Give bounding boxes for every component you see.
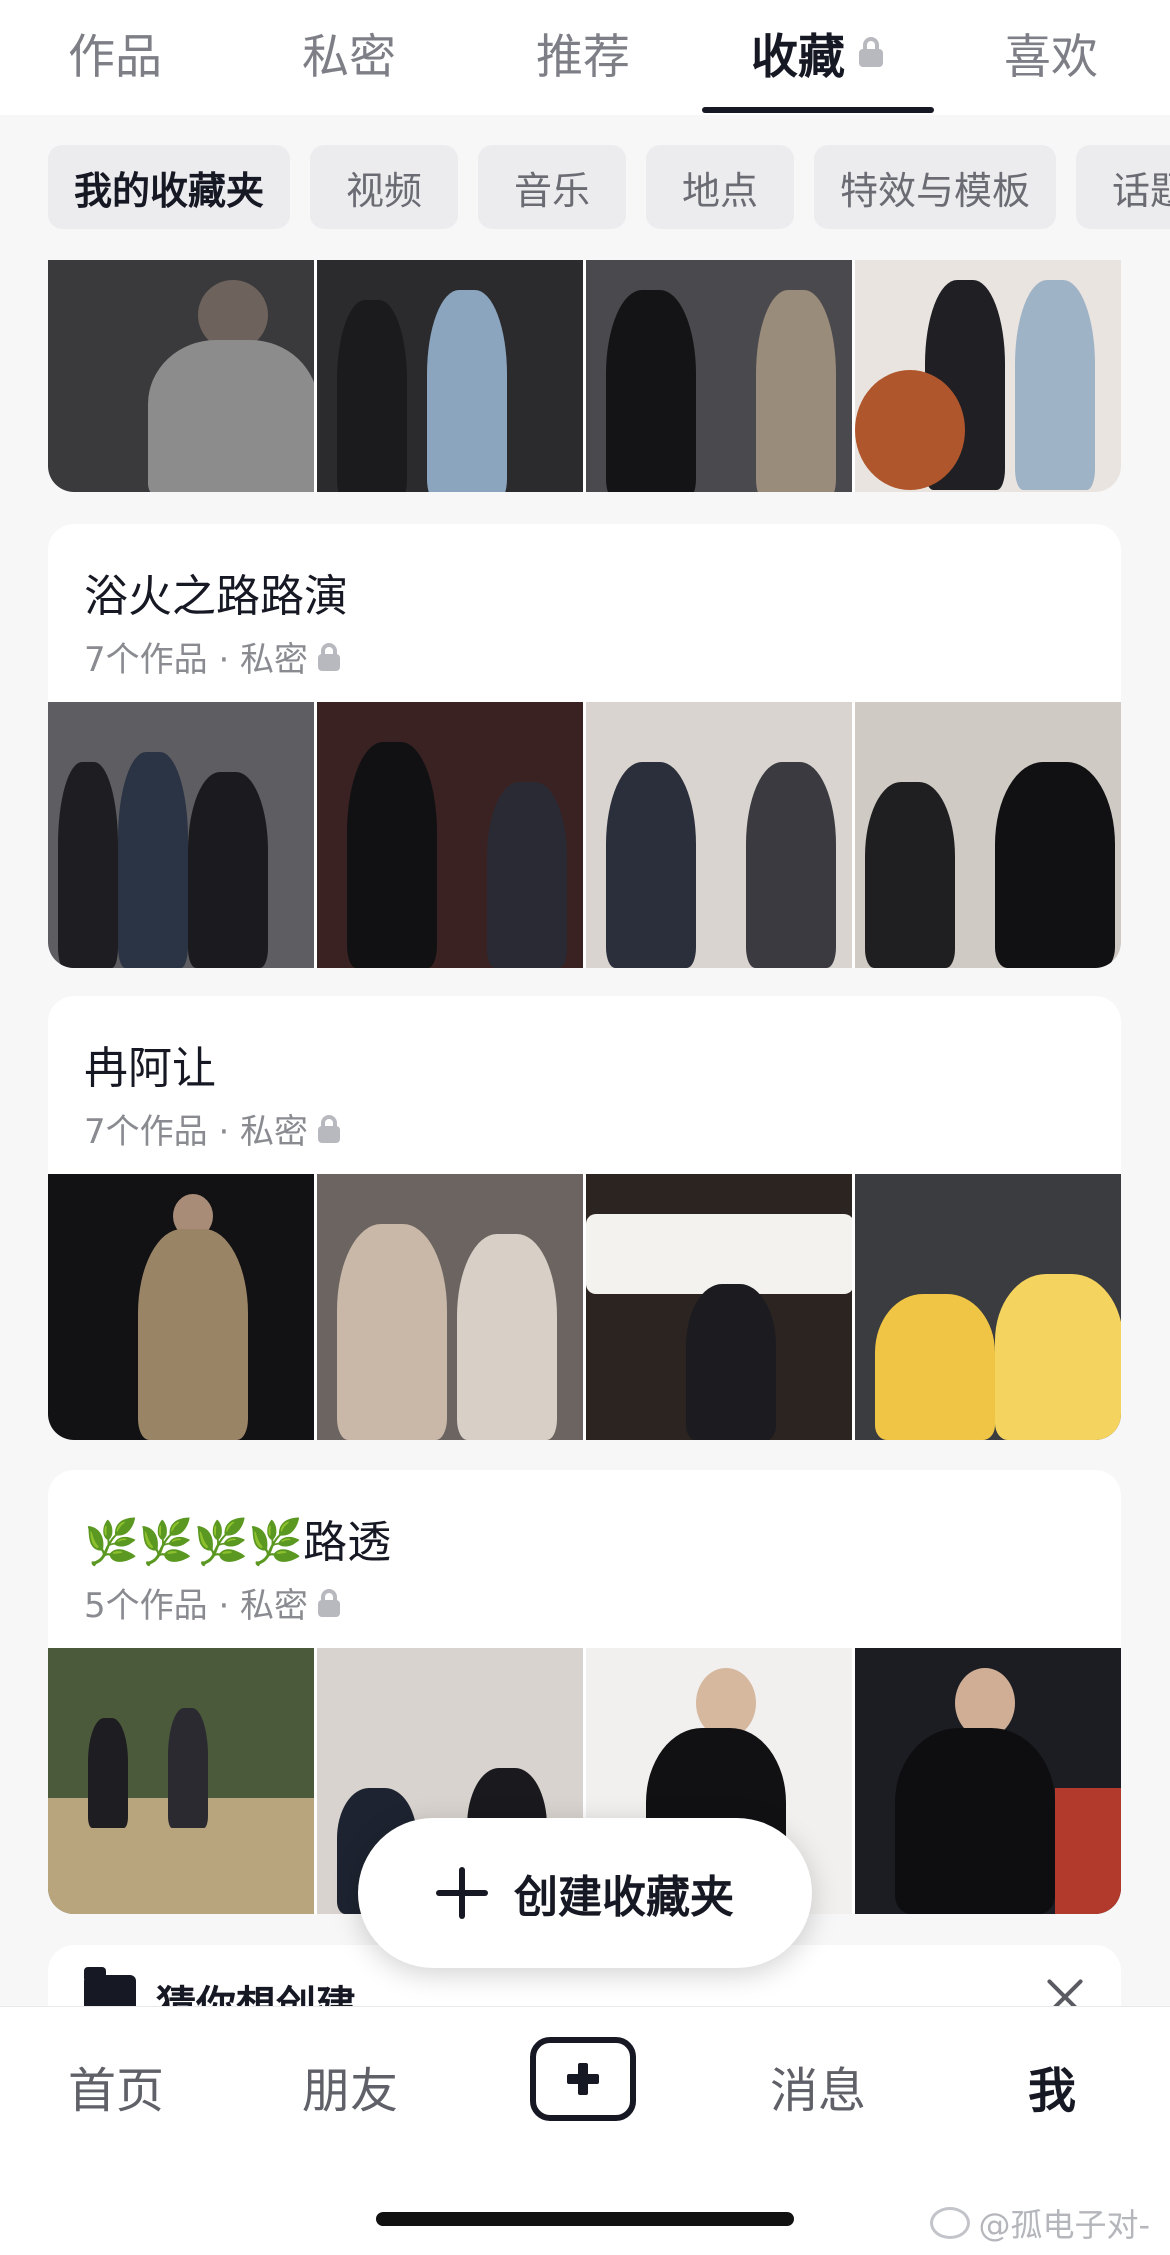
create-collection-button[interactable]: 创建收藏夹 xyxy=(358,1818,812,1968)
chip-videos[interactable]: 视频 xyxy=(310,145,458,229)
collection-thumbnail xyxy=(586,260,852,492)
collection-title: 冉阿让 xyxy=(84,1043,216,1094)
collection-thumbnail xyxy=(855,1174,1121,1440)
chip-places[interactable]: 地点 xyxy=(646,145,794,229)
nav-friends[interactable]: 朋友 xyxy=(250,2051,450,2121)
watermark-text: @孤电子对- xyxy=(978,2206,1150,2244)
collection-card[interactable]: 浴火之路路演 7个作品 · 私密 xyxy=(48,524,1121,968)
weibo-icon xyxy=(930,2207,971,2239)
collection-thumbnail xyxy=(855,260,1121,492)
collection-card[interactable]: 冉阿让 7个作品 · 私密 xyxy=(48,996,1121,1440)
tab-private[interactable]: 私密 xyxy=(234,22,464,85)
lock-icon xyxy=(318,1114,341,1143)
collection-title: 浴火之路路演 xyxy=(84,571,348,622)
collection-title: 🌿🌿🌿🌿路透 xyxy=(84,1517,392,1568)
collection-thumbnail xyxy=(48,1648,314,1914)
collection-thumbnail xyxy=(48,1174,314,1440)
tab-likes[interactable]: 喜欢 xyxy=(936,22,1166,85)
lock-icon xyxy=(318,642,341,671)
collection-card-partial[interactable] xyxy=(48,260,1121,492)
tab-label: 喜欢 xyxy=(1004,29,1098,85)
lock-icon xyxy=(859,37,883,67)
collection-thumbnail xyxy=(48,260,314,492)
chip-music[interactable]: 音乐 xyxy=(478,145,626,229)
collection-thumbnail xyxy=(586,702,852,968)
home-indicator xyxy=(376,2212,794,2226)
nav-me[interactable]: 我 xyxy=(952,2051,1152,2121)
collection-thumbnail xyxy=(317,1174,583,1440)
collection-thumbnail xyxy=(317,702,583,968)
chip-topics[interactable]: 话题 xyxy=(1076,145,1170,229)
collection-meta: 5个作品 · 私密 xyxy=(84,1578,341,1627)
collection-thumbnail xyxy=(855,702,1121,968)
collection-thumbnail xyxy=(317,260,583,492)
create-collection-label: 创建收藏夹 xyxy=(514,1872,734,1923)
tab-label: 作品 xyxy=(68,29,162,85)
nav-messages[interactable]: 消息 xyxy=(718,2051,918,2121)
collection-thumbnail xyxy=(855,1648,1121,1914)
collection-meta: 7个作品 · 私密 xyxy=(84,632,341,681)
chip-effects-templates[interactable]: 特效与模板 xyxy=(814,145,1056,229)
tab-label: 推荐 xyxy=(536,29,630,85)
publish-button[interactable] xyxy=(530,2037,636,2121)
tab-recommend[interactable]: 推荐 xyxy=(468,22,698,85)
tab-label: 私密 xyxy=(302,29,396,85)
nav-home[interactable]: 首页 xyxy=(16,2051,216,2121)
collection-count-privacy: 7个作品 · 私密 xyxy=(84,640,309,680)
collection-count-privacy: 5个作品 · 私密 xyxy=(84,1586,309,1626)
tab-label: 收藏 xyxy=(751,29,845,85)
tab-favorites[interactable]: 收藏 xyxy=(702,22,932,85)
filter-chip-row: 我的收藏夹 视频 音乐 地点 特效与模板 话题 xyxy=(0,115,1170,255)
lock-icon xyxy=(318,1588,341,1617)
top-tab-bar: 作品 私密 推荐 收藏 喜欢 xyxy=(0,0,1170,116)
collection-meta: 7个作品 · 私密 xyxy=(84,1104,341,1153)
plus-icon xyxy=(436,1867,488,1919)
active-tab-indicator xyxy=(702,107,934,113)
collection-thumbnail xyxy=(586,1174,852,1440)
collection-count-privacy: 7个作品 · 私密 xyxy=(84,1112,309,1152)
tab-works[interactable]: 作品 xyxy=(0,22,230,85)
collection-thumbnail xyxy=(48,702,314,968)
chip-my-folders[interactable]: 我的收藏夹 xyxy=(48,145,290,229)
watermark: @孤电子对- xyxy=(930,2200,1150,2246)
